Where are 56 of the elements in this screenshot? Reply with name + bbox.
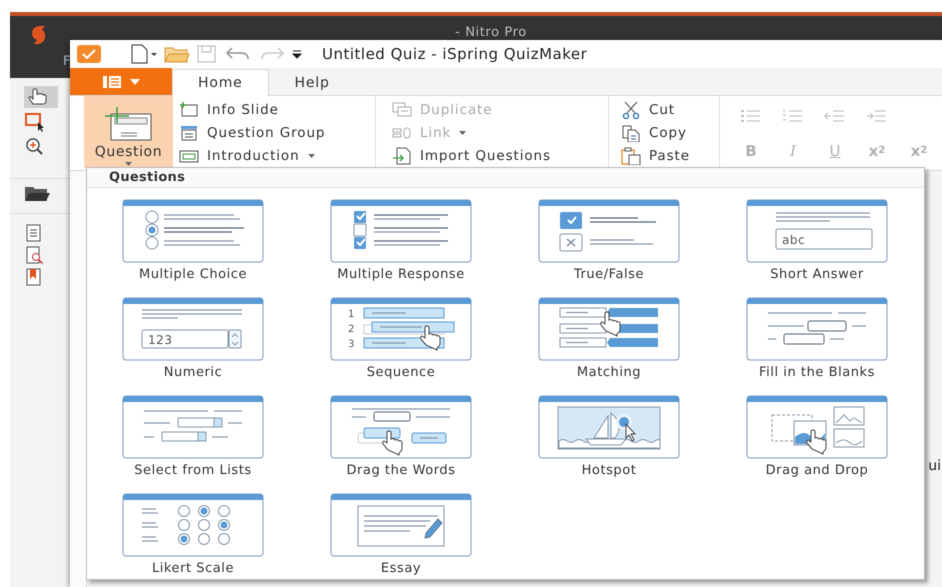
search-document-icon[interactable] (24, 246, 44, 264)
ribbon-button[interactable]: Info Slide (179, 98, 367, 121)
image-drag-icon (746, 395, 888, 459)
dropdown-fields-icon (122, 395, 264, 459)
ribbon-tab[interactable]: Help (268, 69, 356, 96)
clipboard-icon (621, 146, 641, 164)
slide-plus-icon (102, 106, 154, 142)
ordered-bars-icon: 1 2 3 (330, 297, 472, 361)
text-field-icon: abc (746, 199, 888, 263)
question-type-button[interactable]: abc Short Answer (744, 199, 890, 297)
ribbon-tab[interactable]: Home (172, 69, 269, 96)
number-field-icon: 123 (122, 297, 264, 361)
customize-caret-icon[interactable] (292, 49, 302, 59)
question-type-button[interactable]: Hotspot (536, 395, 682, 493)
word-drag-icon (330, 395, 472, 459)
scissors-icon (621, 100, 641, 118)
question-type-button[interactable]: True/False (536, 199, 682, 297)
boat-pointer-icon (538, 395, 680, 459)
document-arrow-icon (392, 146, 412, 164)
menu-item-fragment: F (63, 54, 70, 69)
question-type-button[interactable]: Essay (328, 493, 474, 587)
question-type-button[interactable]: Select from Lists (120, 395, 266, 493)
ribbon-button[interactable]: Copy (621, 121, 711, 144)
question-type-button[interactable]: Drag and Drop (744, 395, 890, 493)
question-type-button[interactable]: Multiple Response (328, 199, 474, 297)
ribbon-button[interactable]: Introduction (179, 144, 367, 167)
radio-list-icon (122, 199, 264, 263)
new-document-icon[interactable] (130, 44, 158, 64)
question-type-button[interactable]: Multiple Choice (120, 199, 266, 297)
window-title: - Nitro Pro (455, 25, 527, 40)
blanks-icon (746, 297, 888, 361)
question-type-button[interactable]: Drag the Words (328, 395, 474, 493)
question-type-button[interactable]: Likert Scale (120, 493, 266, 587)
matching-tags-icon (538, 297, 680, 361)
panel-stack-icon (179, 124, 199, 142)
checkbox-list-icon (330, 199, 472, 263)
question-type-button[interactable]: 123 Numeric (120, 297, 266, 395)
ribbon-button[interactable]: Cut (621, 98, 711, 121)
question-type-button[interactable]: Matching (536, 297, 682, 395)
check-cross-icon (538, 199, 680, 263)
ribbon-button[interactable]: Question Group (179, 121, 367, 144)
slide-plus-icon (179, 100, 199, 118)
window-title: Untitled Quiz - iSpring QuizMaker (322, 45, 588, 63)
app-logo-icon (76, 43, 102, 65)
radio-grid-icon (122, 493, 264, 557)
question-type-button[interactable]: Fill in the Blanks (744, 297, 890, 395)
question-type-button[interactable]: 1 2 3 Sequence (328, 297, 474, 395)
background-text: ui (928, 458, 941, 474)
gallery-title: Questions (109, 170, 186, 185)
question-button[interactable]: Question (84, 96, 173, 168)
copy-icon (621, 124, 641, 142)
ribbon-button[interactable]: Import Questions (392, 144, 600, 167)
pencil-page-icon (330, 493, 472, 557)
menu-list-icon (102, 74, 122, 88)
ribbon-button[interactable]: Paste (621, 144, 711, 167)
copy-frames-icon (392, 100, 412, 118)
